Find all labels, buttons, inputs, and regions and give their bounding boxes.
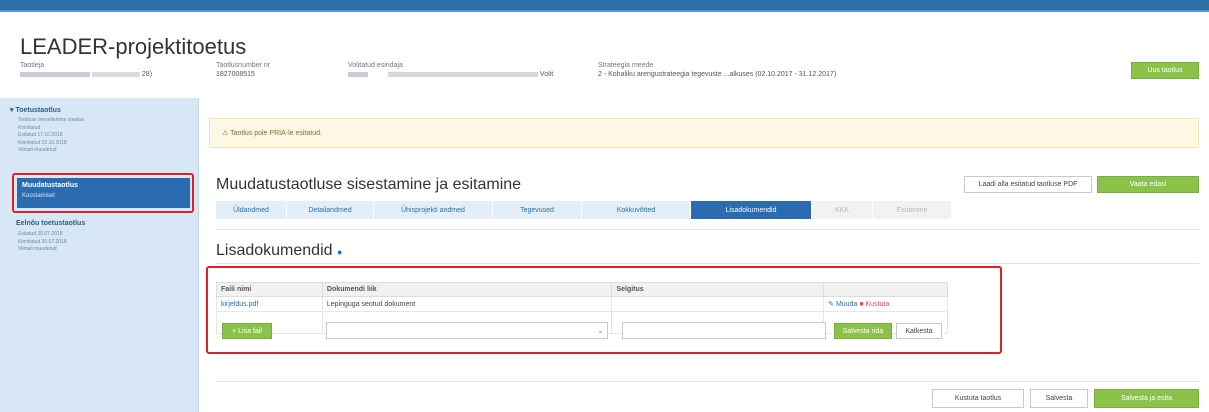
step-general[interactable]: Üldandmed [216, 201, 286, 219]
sidebar-item-status: Koostamisel [22, 193, 55, 199]
applicant-value: 28) [20, 71, 152, 78]
top-accent-bar [0, 0, 1209, 10]
page-title: Muudatustaotluse sisestamine ja esitamin… [216, 176, 522, 193]
sidebar-item-label: Muudatustaotlus [22, 182, 78, 189]
app-number-label: Taotlusnumber nr [216, 62, 271, 69]
applicant-label: Taotleja [20, 62, 45, 69]
divider [216, 263, 1199, 264]
applicant-value-suffix: 28) [141, 71, 153, 78]
applicant-block: Taotleja 28) [20, 62, 152, 78]
warning-icon: ⚠ [222, 130, 231, 137]
redacted-text [348, 71, 368, 77]
top-accent-line [0, 10, 1209, 12]
delete-application-button[interactable]: Kustuta taotlus [932, 389, 1024, 408]
sidebar-item-change-request-highlight: Muudatustaotlus Koostamisel [12, 173, 194, 213]
table-header-row: Faili nimi Dokumendi liik Selgitus [216, 282, 948, 297]
cancel-row-button[interactable]: Katkesta [896, 323, 942, 339]
sidebar-item-application-details: Tootluse menetlemise staatus Kinnitatud … [18, 117, 84, 153]
sidebar-item-draft-details: Esitatud 25.07.2018 Kinnitatud 30.07.201… [18, 231, 67, 252]
table-row: kirjeldus.pdf Lepinguga seotud dokument … [216, 296, 948, 312]
file-link[interactable]: kirjeldus.pdf [221, 301, 258, 308]
representative-label: Volitatud esindaja [348, 62, 403, 69]
step-activities[interactable]: Tegevused [493, 201, 581, 219]
redacted-text [20, 71, 90, 77]
app-number-value: 1827008515 [216, 71, 255, 78]
wizard-steps: Üldandmed Detailandmed Ühisprojekti andm… [216, 201, 976, 219]
divider [216, 381, 1199, 382]
chevron-down-icon: ⌄ [597, 326, 604, 335]
redacted-text [387, 71, 538, 77]
column-header: Dokumendi liik [321, 282, 613, 297]
document-type-cell: Lepinguga seotud dokument [321, 296, 613, 312]
pencil-icon: ✎ [828, 301, 836, 308]
attachments-title: Lisadokumendid ● [216, 242, 343, 259]
sidebar-item-change-request[interactable]: Muudatustaotlus Koostamisel [17, 178, 190, 208]
step-submit: Esitamine [873, 201, 951, 219]
save-and-submit-button[interactable]: Salvesta ja esita [1094, 389, 1199, 408]
save-button[interactable]: Salvesta [1030, 389, 1088, 408]
app-title: LEADER-projektitoetus [20, 34, 247, 59]
representative-value-suffix: Volit [539, 71, 554, 78]
sidebar-item-application[interactable]: ▾ Toetustaotlus [10, 106, 61, 114]
save-row-button[interactable]: Salvesta rida [834, 323, 892, 339]
note-cell [611, 296, 825, 312]
strategy-block: Strateegia meede 2 - Kohaliku arengustra… [598, 62, 836, 78]
app-number-block: Taotlusnumber nr 1827008515 [216, 62, 270, 78]
column-header: Faili nimi [216, 282, 323, 297]
add-file-button[interactable]: + Lisa fail [222, 323, 272, 339]
representative-value: Volit [348, 71, 553, 78]
info-icon[interactable]: ● [337, 247, 342, 257]
delete-link[interactable]: ■ Kustuta [859, 301, 889, 308]
strategy-value: 2 - Kohaliku arengustrateegia tegevuste … [598, 71, 837, 78]
warning-alert: ⚠ Taotlus pole PRIA-le esitatud. [209, 118, 1199, 148]
warning-text: ⚠ Taotlus pole PRIA-le esitatud. [222, 130, 322, 137]
next-button[interactable]: Vaata edasi [1097, 176, 1199, 193]
document-type-select[interactable]: ⌄ [326, 322, 608, 339]
representative-block: Volitatud esindaja Volit [348, 62, 553, 78]
sidebar-item-draft-application[interactable]: Eelnõu toetustaotlus [16, 220, 85, 227]
column-header [823, 282, 948, 297]
download-pdf-button[interactable]: Laadi alla esitatud taotluse PDF [964, 176, 1092, 193]
redacted-text [91, 71, 140, 77]
step-faq: KKK [812, 201, 872, 219]
column-header: Selgitus [611, 282, 825, 297]
divider [216, 229, 1199, 230]
step-attachments[interactable]: Lisadokumendid [691, 201, 811, 219]
step-joint-project[interactable]: Ühisprojekti andmed [374, 201, 492, 219]
step-summary[interactable]: Kokkuvõtted [582, 201, 690, 219]
note-input[interactable] [622, 322, 826, 339]
strategy-label: Strateegia meede [598, 62, 654, 69]
edit-link[interactable]: ✎ Muuda [828, 301, 857, 308]
step-details[interactable]: Detailandmed [287, 201, 373, 219]
new-application-button[interactable]: Uus taotlus [1131, 62, 1199, 79]
